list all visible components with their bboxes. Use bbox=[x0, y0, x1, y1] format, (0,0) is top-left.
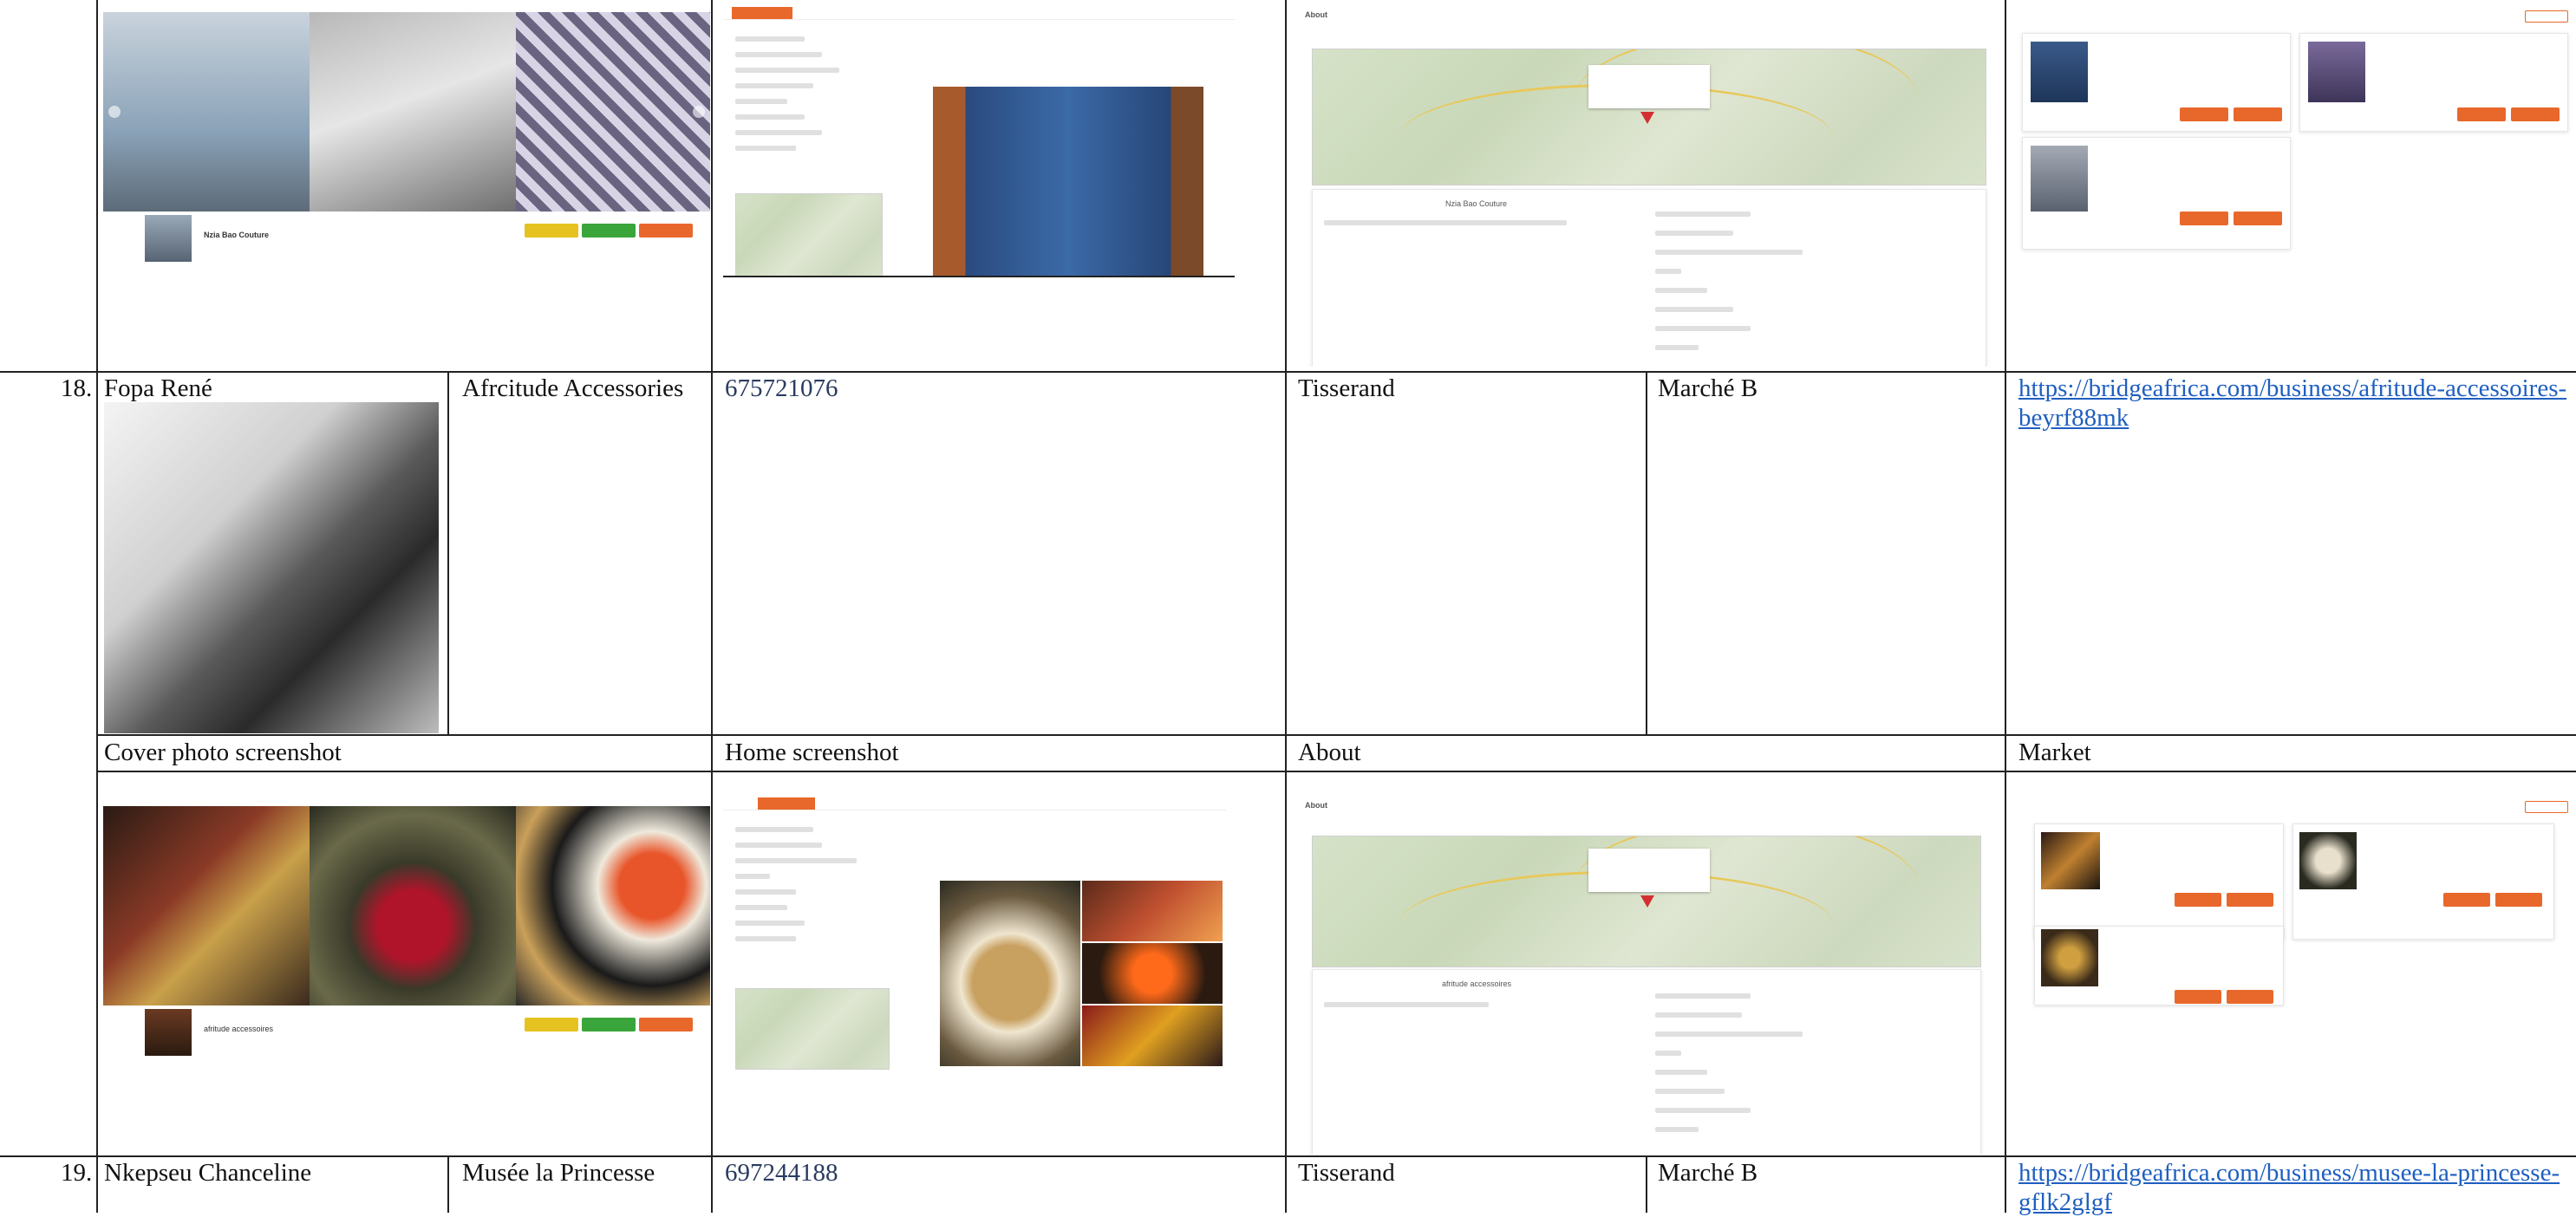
grid-line bbox=[447, 371, 449, 735]
market-header: Market bbox=[2018, 739, 2091, 766]
grid-line bbox=[0, 1155, 2576, 1157]
tab-home[interactable] bbox=[732, 7, 792, 19]
direction-button[interactable] bbox=[639, 1018, 693, 1032]
about-business-name: afritude accessoires bbox=[1442, 979, 1512, 988]
grid-line bbox=[0, 371, 2576, 373]
business-name-label: afritude accessoires bbox=[204, 1025, 274, 1033]
owner-name: Fopa René bbox=[104, 374, 212, 402]
business-name: Musée la Princesse bbox=[462, 1159, 655, 1187]
add-to-cart-button[interactable] bbox=[2227, 990, 2273, 1004]
market-screenshot bbox=[2018, 7, 2573, 258]
cover-photo-accessories-2 bbox=[310, 806, 516, 1005]
add-product-button[interactable] bbox=[2525, 801, 2568, 813]
about-screenshot: About afritude accessoires bbox=[1298, 797, 1992, 1155]
market-name: Marché B bbox=[1658, 374, 1758, 402]
home-map bbox=[735, 193, 883, 276]
business-name: Afrcitude Accessories bbox=[462, 374, 684, 402]
trade: Tisserand bbox=[1298, 1159, 1395, 1187]
phone-number: 675721076 bbox=[725, 374, 838, 402]
owner-name: Nkepseu Chanceline bbox=[104, 1159, 312, 1187]
buy-button[interactable] bbox=[2180, 107, 2228, 121]
cover-photo-accessories-3 bbox=[516, 806, 710, 1005]
add-to-cart-button[interactable] bbox=[2234, 107, 2282, 121]
buy-button[interactable] bbox=[2180, 212, 2228, 225]
cover-next-arrow-icon[interactable] bbox=[693, 106, 705, 118]
grid-line bbox=[447, 1155, 449, 1213]
trade: Tisserand bbox=[1298, 374, 1395, 402]
market-name: Marché B bbox=[1658, 1159, 1758, 1187]
add-to-cart-button[interactable] bbox=[2495, 893, 2542, 907]
home-header: Home screenshot bbox=[725, 739, 899, 766]
community-button[interactable] bbox=[525, 224, 578, 238]
map-info-popup bbox=[1588, 65, 1710, 108]
grid-line bbox=[2005, 0, 2006, 1213]
map-info-popup bbox=[1588, 849, 1710, 892]
cover-photo-tailor-1 bbox=[103, 12, 310, 212]
grid-line bbox=[1646, 371, 1647, 735]
map-pin-icon bbox=[1640, 895, 1654, 908]
business-link[interactable]: https://bridgeafrica.com/business/afritu… bbox=[2018, 374, 2576, 433]
home-screenshot bbox=[723, 797, 1226, 1075]
tab-bar bbox=[723, 7, 1235, 20]
owner-photo bbox=[104, 402, 439, 733]
cover-prev-arrow-icon[interactable] bbox=[108, 106, 121, 118]
post-image bbox=[1082, 1005, 1223, 1066]
map-pin-icon bbox=[1640, 112, 1654, 124]
tab-home[interactable] bbox=[758, 797, 815, 810]
message-button[interactable] bbox=[582, 224, 636, 238]
buy-button[interactable] bbox=[2457, 107, 2506, 121]
message-button[interactable] bbox=[582, 1018, 636, 1032]
buy-button[interactable] bbox=[2443, 893, 2490, 907]
about-map bbox=[1312, 836, 1981, 967]
grid-line bbox=[96, 0, 98, 1213]
home-screenshot bbox=[723, 7, 1235, 277]
grid-line bbox=[97, 771, 2576, 772]
buy-button[interactable] bbox=[2175, 990, 2221, 1004]
post-image bbox=[933, 87, 1203, 276]
grid-line bbox=[1285, 0, 1287, 1213]
home-map bbox=[735, 988, 890, 1070]
add-to-cart-button[interactable] bbox=[2227, 893, 2273, 907]
post-image bbox=[940, 881, 1080, 1066]
grid-line bbox=[1646, 1155, 1647, 1213]
avatar bbox=[145, 215, 192, 262]
business-link[interactable]: https://bridgeafrica.com/business/musee-… bbox=[2018, 1158, 2576, 1217]
about-business-name: Nzia Bao Couture bbox=[1445, 199, 1508, 208]
grid-line bbox=[97, 734, 2576, 736]
cover-screenshot: afritude accessoires bbox=[103, 806, 710, 1066]
cover-header: Cover photo screenshot bbox=[104, 739, 342, 766]
post-image bbox=[1082, 881, 1223, 941]
about-title: About bbox=[1305, 10, 1327, 19]
grid-line bbox=[711, 0, 713, 1213]
about-screenshot: About Nzia Bao Couture bbox=[1298, 7, 1992, 367]
avatar bbox=[145, 1009, 192, 1056]
about-header: About bbox=[1298, 739, 1361, 766]
about-map bbox=[1312, 49, 1986, 185]
direction-button[interactable] bbox=[639, 224, 693, 238]
community-button[interactable] bbox=[525, 1018, 578, 1032]
post-image bbox=[1082, 943, 1223, 1004]
row-number: 19. bbox=[61, 1159, 93, 1187]
business-name-label: Nzia Bao Couture bbox=[204, 231, 270, 239]
add-to-cart-button[interactable] bbox=[2234, 212, 2282, 225]
cover-photo-tailor-3 bbox=[516, 12, 710, 212]
row-number: 18. bbox=[61, 374, 93, 402]
phone-number: 697244188 bbox=[725, 1159, 838, 1187]
cover-photo-accessories-1 bbox=[103, 806, 310, 1005]
buy-button[interactable] bbox=[2175, 893, 2221, 907]
cover-photo-tailor-2 bbox=[310, 12, 516, 212]
market-screenshot bbox=[2018, 797, 2573, 1014]
cover-screenshot: Nzia Bao Couture bbox=[103, 12, 710, 272]
add-to-cart-button[interactable] bbox=[2511, 107, 2560, 121]
about-title: About bbox=[1305, 801, 1327, 810]
add-product-button[interactable] bbox=[2525, 10, 2568, 23]
